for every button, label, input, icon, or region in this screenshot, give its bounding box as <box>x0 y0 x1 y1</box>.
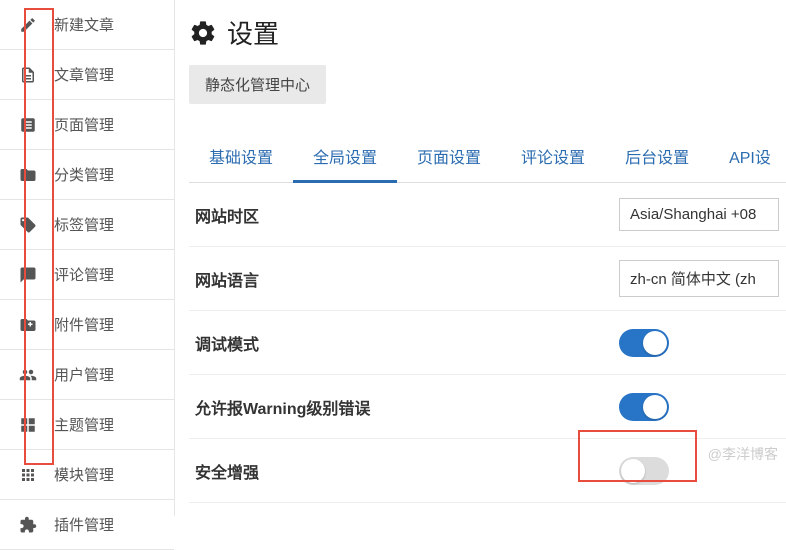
setting-label: 调试模式 <box>189 331 619 355</box>
page-header: 设置 <box>189 14 786 51</box>
setting-control <box>619 457 786 485</box>
setting-row-0: 网站时区Asia/Shanghai +08 <box>189 183 786 247</box>
setting-label: 网站时区 <box>189 203 619 227</box>
main-content: 设置 静态化管理中心 基础设置全局设置页面设置评论设置后台设置API设 网站时区… <box>175 0 786 516</box>
sidebar-item-users[interactable]: 用户管理 <box>0 350 174 400</box>
setting-control: Asia/Shanghai +08 <box>619 198 786 231</box>
settings-icon <box>189 19 217 47</box>
sidebar-item-label: 用户管理 <box>54 364 114 385</box>
select-0[interactable]: Asia/Shanghai +08 <box>619 198 779 231</box>
setting-row-2: 调试模式 <box>189 311 786 375</box>
switch-knob <box>643 395 667 419</box>
setting-label: 安全增强 <box>189 459 619 483</box>
sidebar-item-tag[interactable]: 标签管理 <box>0 200 174 250</box>
setting-row-3: 允许报Warning级别错误 <box>189 375 786 439</box>
setting-row-4: 安全增强 <box>189 439 786 503</box>
sidebar: 新建文章文章管理页面管理分类管理标签管理评论管理附件管理用户管理主题管理模块管理… <box>0 0 175 516</box>
switch-2[interactable] <box>619 329 669 357</box>
theme-icon <box>18 416 38 434</box>
switch-4[interactable] <box>619 457 669 485</box>
tab-3[interactable]: 评论设置 <box>501 134 605 182</box>
setting-control <box>619 329 786 357</box>
setting-label: 网站语言 <box>189 267 619 291</box>
sidebar-item-modules[interactable]: 模块管理 <box>0 450 174 500</box>
attach-icon <box>18 316 38 334</box>
sidebar-item-label: 评论管理 <box>54 264 114 285</box>
setting-control: zh-cn 简体中文 (zh <box>619 260 786 297</box>
page-icon <box>18 116 38 134</box>
sidebar-item-page[interactable]: 页面管理 <box>0 100 174 150</box>
tab-5[interactable]: API设 <box>709 134 786 182</box>
settings-table: 网站时区Asia/Shanghai +08网站语言zh-cn 简体中文 (zh调… <box>189 183 786 503</box>
select-1[interactable]: zh-cn 简体中文 (zh <box>619 260 779 297</box>
sidebar-item-label: 模块管理 <box>54 464 114 485</box>
setting-control <box>619 393 786 421</box>
edit-icon <box>18 16 38 34</box>
sidebar-item-label: 标签管理 <box>54 214 114 235</box>
page-title: 设置 <box>227 14 279 51</box>
sidebar-item-doc[interactable]: 文章管理 <box>0 50 174 100</box>
sidebar-item-plugin[interactable]: 插件管理 <box>0 500 174 550</box>
tag-icon <box>18 216 38 234</box>
sidebar-item-label: 插件管理 <box>54 514 114 535</box>
setting-row-1: 网站语言zh-cn 简体中文 (zh <box>189 247 786 311</box>
setting-label: 允许报Warning级别错误 <box>189 395 619 419</box>
folder-icon <box>18 166 38 184</box>
sidebar-item-folder[interactable]: 分类管理 <box>0 150 174 200</box>
sidebar-item-edit[interactable]: 新建文章 <box>0 0 174 50</box>
tab-0[interactable]: 基础设置 <box>189 134 293 182</box>
switch-knob <box>643 331 667 355</box>
sidebar-item-comment[interactable]: 评论管理 <box>0 250 174 300</box>
users-icon <box>18 366 38 384</box>
switch-3[interactable] <box>619 393 669 421</box>
tab-1[interactable]: 全局设置 <box>293 134 397 183</box>
tab-2[interactable]: 页面设置 <box>397 134 501 182</box>
tab-4[interactable]: 后台设置 <box>605 134 709 182</box>
sidebar-item-label: 页面管理 <box>54 114 114 135</box>
switch-knob <box>621 459 645 483</box>
sidebar-item-label: 分类管理 <box>54 164 114 185</box>
sidebar-item-theme[interactable]: 主题管理 <box>0 400 174 450</box>
doc-icon <box>18 66 38 84</box>
plugin-icon <box>18 516 38 534</box>
sidebar-item-label: 新建文章 <box>54 14 114 35</box>
modules-icon <box>18 466 38 484</box>
sidebar-item-label: 附件管理 <box>54 314 114 335</box>
sidebar-item-label: 文章管理 <box>54 64 114 85</box>
comment-icon <box>18 266 38 284</box>
sidebar-item-attach[interactable]: 附件管理 <box>0 300 174 350</box>
settings-tabs: 基础设置全局设置页面设置评论设置后台设置API设 <box>189 134 786 183</box>
static-management-button[interactable]: 静态化管理中心 <box>189 65 326 104</box>
sidebar-item-label: 主题管理 <box>54 414 114 435</box>
